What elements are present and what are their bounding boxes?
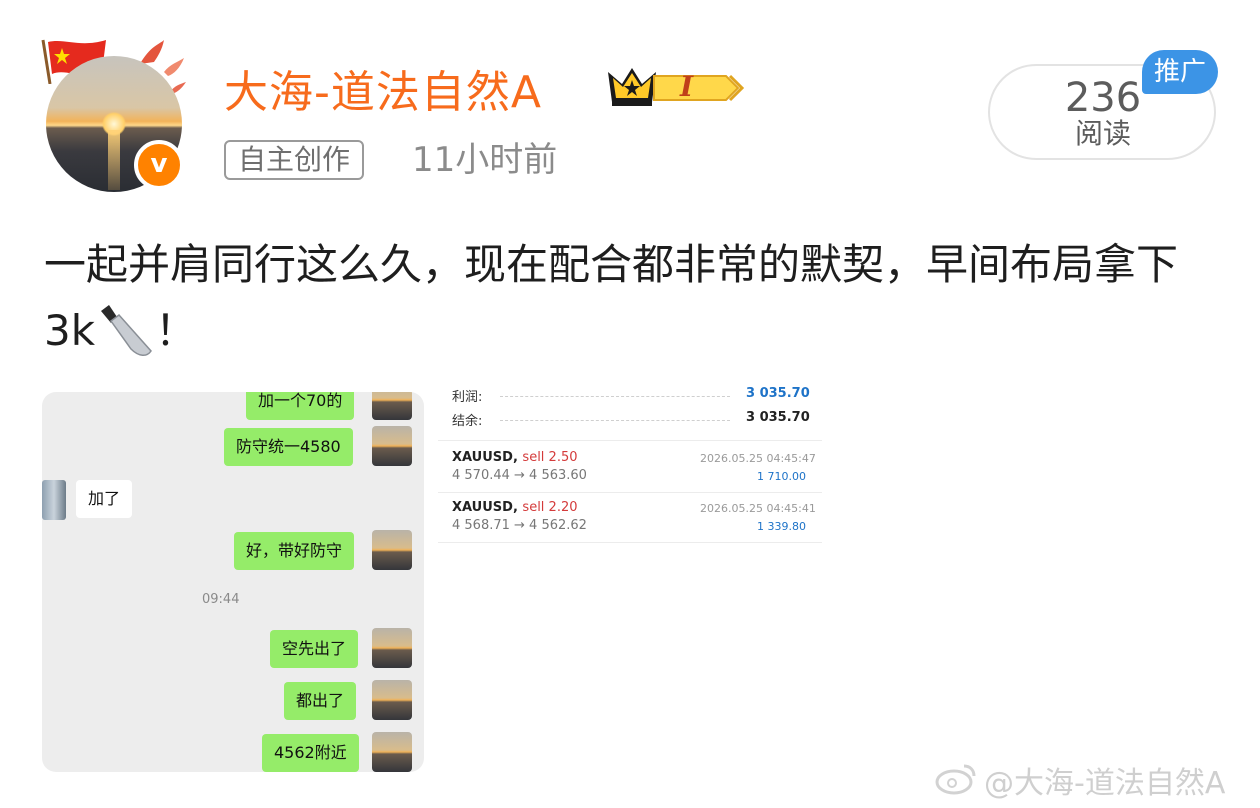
divider <box>500 420 730 421</box>
order-side: sell 2.20 <box>522 500 578 515</box>
chat-avatar <box>372 426 412 466</box>
post-text-main: 一起并肩同行这么久，现在配合都非常的默契，早间布局拿下 3k <box>44 240 1192 355</box>
order-symbol-text: XAUUSD, <box>452 450 518 465</box>
chat-avatar <box>372 392 412 420</box>
chat-message: 加一个70的 <box>246 392 355 420</box>
trade-screenshot[interactable]: 利润: 3 035.70 结余: 3 035.70 XAUUSD, sell 2… <box>438 384 822 546</box>
chat-message: 好，带好防守 <box>234 532 355 570</box>
chat-message: 4562附近 <box>262 734 359 772</box>
order-prices: 4 568.71 → 4 562.62 <box>452 518 587 533</box>
promo-button[interactable]: 推广 <box>1142 50 1218 94</box>
username[interactable]: 大海-道法自然A <box>224 56 542 120</box>
chat-avatar-other <box>42 480 66 520</box>
chat-message: 防守统一4580 <box>224 428 353 466</box>
chat-avatar <box>372 732 412 772</box>
post-text-end: ！ <box>155 306 198 355</box>
divider <box>500 396 730 397</box>
read-count: 236 <box>1064 75 1142 121</box>
chat-message: 空先出了 <box>270 630 359 668</box>
balance-value: 3 035.70 <box>746 410 810 425</box>
chat-screenshot[interactable]: 加一个70的 防守统一4580 加了 好，带好防守 09:44 空先出了 都出了… <box>42 392 424 772</box>
order-timestamp: 2026.05.25 04:45:41 <box>700 502 816 515</box>
chat-avatar <box>372 680 412 720</box>
level-badge-text: I <box>680 70 694 103</box>
verified-icon: v <box>134 140 184 190</box>
chat-message: 加了 <box>76 480 133 518</box>
knife-icon <box>101 305 152 356</box>
divider <box>438 542 822 543</box>
profit-value: 3 035.70 <box>746 386 810 401</box>
order-symbol[interactable]: XAUUSD, sell 2.20 <box>452 500 578 515</box>
divider <box>438 440 822 441</box>
divider <box>438 492 822 493</box>
original-tag: 自主创作 <box>224 140 365 180</box>
chat-message: 都出了 <box>284 682 357 720</box>
weibo-icon <box>935 764 976 795</box>
profit-label: 利润: <box>452 390 483 405</box>
chat-timestamp: 09:44 <box>202 592 240 607</box>
post-text: 一起并肩同行这么久，现在配合都非常的默契，早间布局拿下 3k！ <box>44 232 1224 364</box>
order-symbol[interactable]: XAUUSD, sell 2.50 <box>452 450 578 465</box>
order-prices: 4 570.44 → 4 563.60 <box>452 468 587 483</box>
post-time: 11小时前 <box>412 140 558 180</box>
order-symbol-text: XAUUSD, <box>452 500 518 515</box>
chat-avatar <box>372 530 412 570</box>
watermark: @大海-道法自然A <box>984 766 1226 801</box>
crown-icon <box>608 68 745 106</box>
order-profit: 1 339.80 <box>757 520 806 533</box>
order-side: sell 2.50 <box>522 450 578 465</box>
chat-avatar <box>372 628 412 668</box>
read-label: 阅读 <box>1074 117 1131 150</box>
balance-label: 结余: <box>452 414 483 429</box>
order-timestamp: 2026.05.25 04:45:47 <box>700 452 816 465</box>
order-profit: 1 710.00 <box>757 470 806 483</box>
